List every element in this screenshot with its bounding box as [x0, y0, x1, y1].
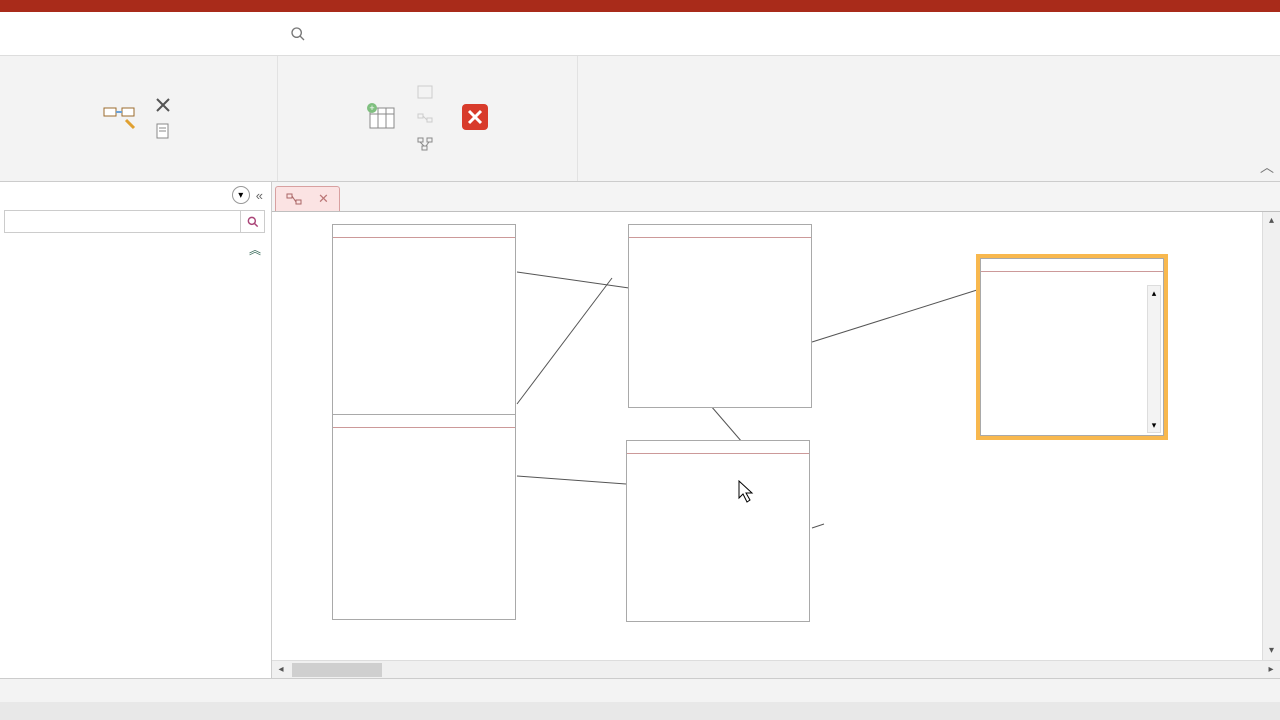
clear-layout-icon: [154, 96, 172, 114]
nav-collapse-button[interactable]: «: [256, 188, 263, 203]
direct-rel-icon: [416, 109, 434, 127]
collapse-icon: ︽: [249, 241, 261, 258]
edit-relationships-icon: [102, 100, 136, 134]
table-title: [627, 441, 809, 454]
taskbar: [0, 702, 1280, 720]
table-authors[interactable]: [332, 224, 516, 416]
status-bar: [0, 678, 1280, 702]
group-relationships: +: [278, 56, 578, 181]
direct-relationships-button[interactable]: [412, 107, 444, 129]
vertical-scrollbar[interactable]: ▴ ▾: [1262, 212, 1280, 660]
tell-me[interactable]: [290, 26, 316, 42]
table-title: [333, 415, 515, 428]
hide-table-button[interactable]: [412, 81, 444, 103]
doc-tab-relationships[interactable]: ✕: [275, 186, 340, 211]
table-customer[interactable]: ▴▾: [980, 258, 1164, 436]
table-title: [981, 259, 1163, 272]
document-tabstrip: ✕: [272, 182, 1280, 212]
scroll-up-icon[interactable]: ▴: [1148, 286, 1160, 300]
hide-table-icon: [416, 83, 434, 101]
navigation-pane: ▾ « ︽: [0, 182, 272, 678]
table-title: [333, 225, 515, 238]
tab-file[interactable]: [16, 30, 20, 38]
scroll-right-icon[interactable]: ▸: [1262, 664, 1280, 675]
report-icon: [154, 122, 172, 140]
table-detailcheckout[interactable]: [626, 440, 810, 622]
tab-create[interactable]: [80, 30, 84, 38]
workarea: ▾ « ︽ ✕: [0, 182, 1280, 678]
ribbon-tabs: [0, 12, 1280, 56]
nav-dropdown-icon[interactable]: ▾: [232, 186, 250, 204]
scroll-up-icon[interactable]: ▴: [1263, 212, 1280, 230]
scroll-down-icon[interactable]: ▾: [1148, 418, 1160, 432]
tab-home[interactable]: [48, 30, 52, 38]
tab-external-data[interactable]: [112, 30, 116, 38]
search-icon: [290, 26, 306, 42]
scroll-left-icon[interactable]: ◂: [272, 664, 290, 675]
table-scrollbar[interactable]: ▴▾: [1147, 285, 1161, 433]
all-rel-icon: [416, 135, 434, 153]
add-tables-icon: +: [364, 100, 398, 134]
close-button[interactable]: [452, 100, 498, 136]
ribbon: +: [0, 56, 1280, 182]
nav-group-tables[interactable]: ︽: [0, 237, 271, 262]
relationship-report-button[interactable]: [150, 120, 182, 142]
search-button[interactable]: [240, 211, 264, 232]
tab-database-tools[interactable]: [144, 30, 148, 38]
search-input[interactable]: [5, 211, 240, 232]
relationships-icon: [286, 192, 302, 206]
relationships-canvas[interactable]: ▴▾ ▴ ▾ ◂ ▸: [272, 212, 1280, 678]
close-tab-button[interactable]: ✕: [318, 191, 329, 207]
svg-text:+: +: [369, 103, 374, 113]
scroll-thumb[interactable]: [292, 663, 382, 677]
table-title: [629, 225, 811, 238]
nav-header: ▾ «: [0, 182, 271, 208]
horizontal-scrollbar[interactable]: ◂ ▸: [272, 660, 1280, 678]
clear-layout-button[interactable]: [150, 94, 182, 116]
edit-relationships-button[interactable]: [96, 100, 142, 136]
title-bar: [0, 0, 1280, 12]
nav-search: [4, 210, 265, 233]
tab-help[interactable]: [176, 30, 180, 38]
document-area: ✕: [272, 182, 1280, 678]
add-tables-button[interactable]: +: [358, 100, 404, 136]
close-icon: [458, 100, 492, 134]
collapse-ribbon-button[interactable]: ︿: [1260, 157, 1274, 177]
search-icon: [246, 215, 260, 229]
scroll-down-icon[interactable]: ▾: [1263, 642, 1280, 660]
all-relationships-button[interactable]: [412, 133, 444, 155]
tab-design[interactable]: [208, 30, 212, 38]
table-books[interactable]: [628, 224, 812, 408]
table-checkout[interactable]: [332, 414, 516, 620]
group-tools: [0, 56, 278, 181]
